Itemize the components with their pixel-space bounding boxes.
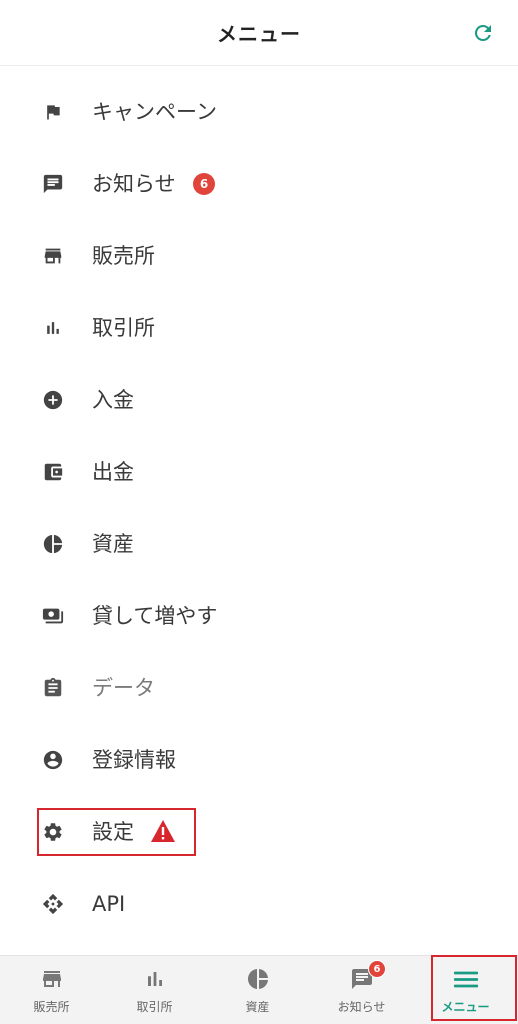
menu-item-label: 出金 (92, 460, 134, 484)
clipboard-icon (42, 677, 64, 699)
tab-assets[interactable]: 資産 (206, 956, 309, 1024)
notification-badge: 6 (193, 173, 215, 195)
menu-item-campaign[interactable]: キャンペーン (0, 76, 518, 148)
menu-item-label: 取引所 (92, 316, 155, 340)
menu-icon (453, 966, 479, 992)
menu-item-label: 設定 (92, 820, 134, 844)
account-circle-icon (42, 749, 64, 771)
wallet-icon (42, 461, 64, 483)
menu-item-assets[interactable]: 資産 (0, 508, 518, 580)
menu-item-deposit[interactable]: 入金 (0, 364, 518, 436)
refresh-icon (474, 24, 491, 41)
menu-item-label: データ (92, 676, 155, 700)
menu-item-api[interactable]: API (0, 868, 518, 940)
menu-item-label: 販売所 (92, 244, 155, 268)
menu-item-store[interactable]: 販売所 (0, 220, 518, 292)
bar-chart-icon (42, 317, 64, 339)
tab-exchange[interactable]: 取引所 (103, 956, 206, 1024)
menu-item-notifications[interactable]: お知らせ 6 (0, 148, 518, 220)
menu-item-label: API (92, 892, 126, 916)
tab-label: 資産 (245, 1000, 270, 1014)
tab-notifications[interactable]: 6 お知らせ (310, 956, 413, 1024)
pie-chart-icon (42, 533, 64, 555)
menu-item-label: お知らせ (92, 172, 176, 196)
menu-item-label: 入金 (92, 388, 134, 412)
tab-store[interactable]: 販売所 (0, 956, 103, 1024)
notification-badge: 6 (368, 960, 386, 978)
tab-label: 取引所 (136, 1000, 173, 1014)
page-title: メニュー (217, 22, 301, 46)
bar-chart-icon (142, 966, 168, 992)
plus-circle-icon (42, 389, 64, 411)
header: メニュー (0, 0, 518, 66)
menu-item-settings[interactable]: 設定 (0, 796, 518, 868)
bottom-tab-bar: 販売所 取引所 資産 6 お知らせ メニュー (0, 955, 518, 1024)
menu-item-label: 貸して増やす (92, 604, 218, 628)
tab-label: お知らせ (337, 1000, 386, 1014)
menu-item-label: キャンペーン (92, 100, 217, 124)
refresh-button[interactable] (470, 20, 496, 46)
tab-menu[interactable]: メニュー (414, 956, 517, 1024)
menu-item-withdraw[interactable]: 出金 (0, 436, 518, 508)
money-icon (42, 605, 64, 627)
menu-item-lending[interactable]: 貸して増やす (0, 580, 518, 652)
store-icon (39, 966, 65, 992)
message-icon (42, 173, 64, 195)
menu-item-label: 登録情報 (92, 748, 176, 772)
tab-label: メニュー (441, 1000, 490, 1014)
tab-label: 販売所 (33, 1000, 70, 1014)
store-icon (42, 245, 64, 267)
api-icon (42, 893, 64, 915)
flag-icon (42, 101, 64, 123)
warning-icon (151, 820, 175, 842)
gear-icon (42, 821, 64, 843)
menu-item-label: 資産 (92, 532, 134, 556)
pie-chart-icon (245, 966, 271, 992)
menu-item-exchange[interactable]: 取引所 (0, 292, 518, 364)
menu-item-registration[interactable]: 登録情報 (0, 724, 518, 796)
menu-item-data[interactable]: データ (0, 652, 518, 724)
